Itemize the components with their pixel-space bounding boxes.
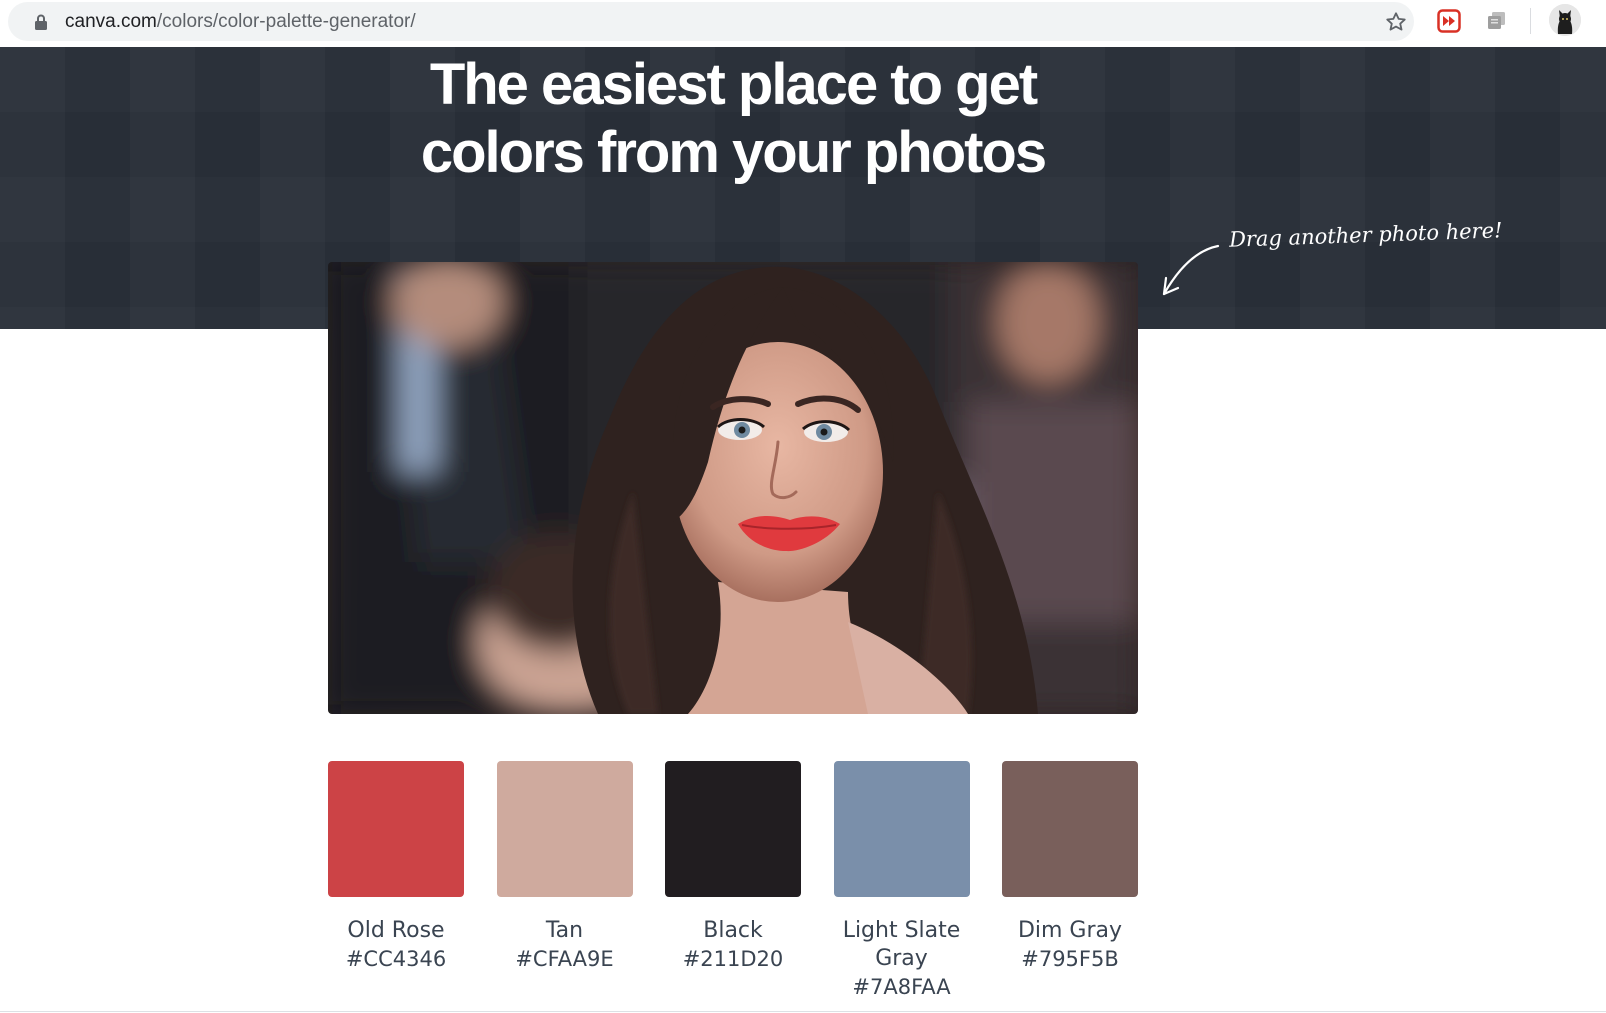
star-icon[interactable] <box>1385 11 1407 33</box>
cat-avatar-icon <box>1549 4 1581 36</box>
palette-item: Tan #CFAA9E <box>496 761 633 973</box>
fast-forward-extension-icon[interactable] <box>1437 9 1461 33</box>
portrait-photo <box>328 262 1138 714</box>
color-swatch-tan[interactable] <box>496 761 633 897</box>
color-hex[interactable]: #795F5B <box>1002 945 1138 973</box>
color-name: Old Rose <box>347 918 445 943</box>
url-path: /colors/color-palette-generator/ <box>156 11 416 32</box>
color-swatch-light-slate-gray[interactable] <box>833 761 970 897</box>
palette-item: Old Rose #CC4346 <box>328 761 464 973</box>
color-swatch-old-rose[interactable] <box>328 761 464 897</box>
palette-item: Black #211D20 <box>665 761 801 973</box>
color-name: Black <box>703 918 763 943</box>
color-name: Tan <box>545 918 584 943</box>
color-name: Dim Gray <box>1017 918 1123 943</box>
lock-icon[interactable] <box>34 14 48 30</box>
drag-photo-hint: Drag another photo here! <box>1228 218 1503 252</box>
drag-arrow-icon <box>1162 244 1220 296</box>
address-bar[interactable]: canva.com/colors/color-palette-generator… <box>8 2 1414 41</box>
page-divider <box>0 1011 1606 1012</box>
palette-item: Light Slate Gray #7A8FAA <box>833 761 970 1001</box>
color-hex[interactable]: #CC4346 <box>328 945 464 973</box>
title-line-1: The easiest place to get <box>429 52 1038 117</box>
url-text[interactable]: canva.com/colors/color-palette-generator… <box>65 11 416 33</box>
page-title: The easiest place to get colors from you… <box>333 51 1133 187</box>
toolbar-divider <box>1530 8 1531 34</box>
title-line-2: colors from your photos <box>420 120 1047 185</box>
uploaded-photo[interactable] <box>328 262 1138 714</box>
browser-toolbar: canva.com/colors/color-palette-generator… <box>0 0 1606 47</box>
color-hex[interactable]: #7A8FAA <box>834 973 970 1001</box>
color-palette: Old Rose #CC4346 Tan #CFAA9E Black #211D… <box>328 761 1138 1011</box>
url-host: canva.com <box>65 11 157 32</box>
color-hex[interactable]: #CFAA9E <box>497 945 633 973</box>
extension-icon[interactable] <box>1486 10 1508 32</box>
profile-avatar[interactable] <box>1549 4 1581 36</box>
palette-item: Dim Gray #795F5B <box>1002 761 1138 973</box>
color-swatch-black[interactable] <box>665 761 801 897</box>
color-swatch-dim-gray[interactable] <box>1002 761 1138 897</box>
color-hex[interactable]: #211D20 <box>665 945 801 973</box>
color-name: Light Slate Gray <box>842 918 961 971</box>
